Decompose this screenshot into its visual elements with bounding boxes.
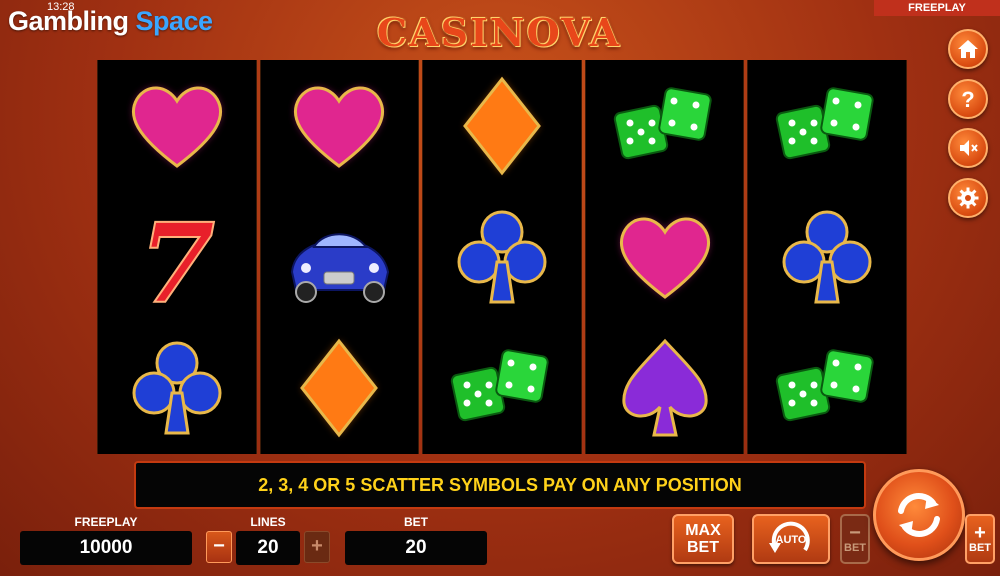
gambling-space-logo: Gambling Space <box>8 6 213 37</box>
heart-symbol <box>112 67 242 185</box>
lines-label: LINES <box>250 515 286 529</box>
logo-accent-text: Space <box>135 6 214 36</box>
club-icon <box>132 341 222 435</box>
balance-label: FREEPLAY <box>74 515 138 529</box>
bet-increase-label: BET <box>969 542 991 554</box>
club-icon <box>457 210 547 304</box>
dice-symbol <box>437 329 567 447</box>
freeplay-mode-tag: FREEPLAY <box>874 0 1000 16</box>
help-button[interactable]: ? <box>948 79 988 119</box>
bet-value: 20 <box>345 531 487 565</box>
max-bet-line1: MAX <box>685 522 721 539</box>
bet-decrease-button[interactable]: − BET <box>840 514 870 564</box>
spade-icon <box>622 339 708 437</box>
autoplay-button[interactable]: AUTO <box>752 514 830 564</box>
reel-2 <box>259 60 420 454</box>
home-button[interactable] <box>948 29 988 69</box>
seven-symbol: 7 <box>112 198 242 329</box>
heart-symbol <box>600 198 730 316</box>
spade-symbol <box>600 329 730 447</box>
reel-4 <box>584 60 745 454</box>
dice-icon <box>776 349 874 422</box>
home-icon <box>958 40 978 58</box>
game-title: CASINOVA <box>376 10 622 55</box>
gear-icon <box>957 187 979 209</box>
diamond-icon <box>463 76 541 176</box>
car-symbol <box>274 198 404 316</box>
dice-symbol <box>762 67 892 185</box>
club-symbol <box>437 198 567 316</box>
club-symbol <box>762 198 892 316</box>
club-icon <box>782 210 872 304</box>
dice-icon <box>450 349 549 422</box>
dice-icon <box>613 86 712 159</box>
reel-1: 7 <box>97 60 257 454</box>
spin-button[interactable] <box>873 469 965 561</box>
question-icon: ? <box>961 87 974 111</box>
diamond-symbol <box>437 67 567 185</box>
balance-value: 10000 <box>20 531 192 565</box>
club-symbol <box>112 329 242 447</box>
dice-icon <box>776 86 874 159</box>
sound-button[interactable] <box>948 128 988 168</box>
car-icon <box>291 233 390 303</box>
reel-3 <box>422 60 582 454</box>
reel-5 <box>747 60 907 454</box>
max-bet-button[interactable]: MAX BET <box>672 514 734 564</box>
svg-text:?: ? <box>961 87 974 111</box>
lines-increase-button[interactable]: + <box>304 531 330 563</box>
bet-decrease-label: BET <box>844 542 866 554</box>
heart-icon <box>294 86 385 168</box>
diamond-icon <box>300 338 379 438</box>
seven-icon: 7 <box>138 198 217 329</box>
lines-value: 20 <box>236 531 300 565</box>
info-message: 2, 3, 4 OR 5 SCATTER SYMBOLS PAY ON ANY … <box>134 461 866 509</box>
heart-symbol <box>274 67 404 185</box>
lines-decrease-button[interactable]: − <box>206 531 232 563</box>
diamond-symbol <box>274 329 404 447</box>
minus-icon: − <box>849 522 861 544</box>
autoplay-label: AUTO <box>775 534 807 546</box>
settings-button[interactable] <box>948 178 988 218</box>
dice-symbol <box>600 67 730 185</box>
slot-reels: 7 <box>97 60 907 454</box>
max-bet-line2: BET <box>687 539 719 556</box>
mute-icon <box>960 140 978 156</box>
logo-text: Gambling <box>8 6 136 36</box>
bet-label: BET <box>404 515 428 529</box>
heart-icon <box>619 217 710 299</box>
spin-arrows-icon <box>898 493 940 537</box>
dice-symbol <box>762 329 892 447</box>
heart-icon <box>131 86 222 168</box>
plus-icon: + <box>974 522 986 544</box>
svg-text:7: 7 <box>139 199 216 328</box>
bet-increase-button[interactable]: + BET <box>965 514 995 564</box>
